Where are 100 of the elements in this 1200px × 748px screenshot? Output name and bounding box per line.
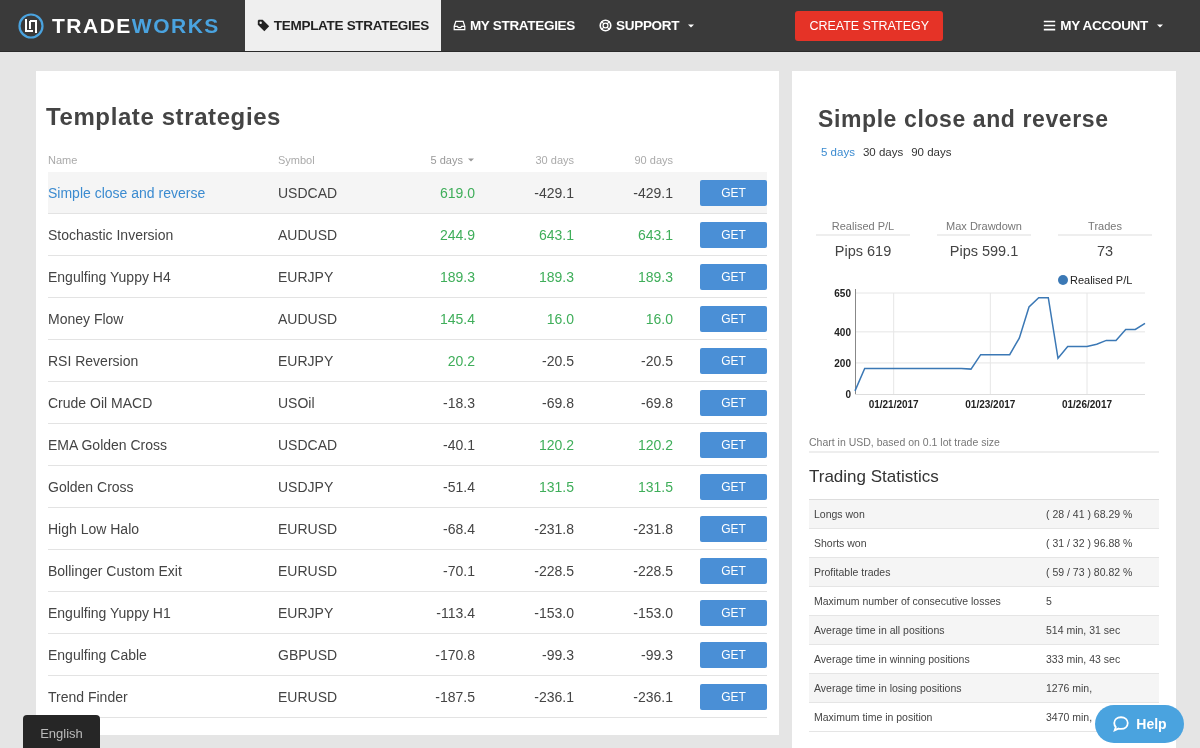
account-menu[interactable]: MY ACCOUNT bbox=[1031, 0, 1200, 51]
table-cell-text: -236.1 bbox=[632, 688, 673, 705]
table-cell-text: USDCAD bbox=[278, 184, 339, 201]
table-cell-text: 619.0 bbox=[438, 184, 475, 201]
chart-caption: Chart in USD, based on 0.1 lot trade size bbox=[809, 436, 1159, 453]
strategy-name[interactable]: EMA Golden Cross bbox=[48, 436, 278, 453]
axis-label: 200 bbox=[834, 357, 851, 369]
caret-icon bbox=[467, 156, 475, 164]
section-title: Trading Statistics bbox=[809, 467, 940, 487]
table-row[interactable]: High Low Halo EURUSD -68.4 -231.8 -231.8 GET bbox=[48, 508, 767, 550]
period-tab[interactable]: 5 days bbox=[821, 146, 855, 158]
table-cell-text: USDCAD bbox=[278, 436, 339, 453]
period-tab[interactable]: 30 days bbox=[862, 146, 904, 158]
table-cell-text: -228.5 bbox=[533, 562, 574, 579]
chat-bubble-icon bbox=[1112, 715, 1131, 733]
table-cell-text: Shorts won bbox=[813, 537, 868, 549]
table-cell-text: 244.9 bbox=[438, 226, 475, 243]
table-cell-text: -187.5 bbox=[434, 688, 475, 705]
strategy-name[interactable]: Golden Cross bbox=[48, 478, 278, 495]
table-cell-text: Maximum number of consecutive losses bbox=[813, 595, 1002, 607]
summary-value: Pips 599.1 bbox=[948, 243, 1020, 259]
table-cell-text: -99.3 bbox=[541, 646, 574, 663]
strategy-name[interactable]: Trend Finder bbox=[48, 688, 278, 705]
language-selector[interactable]: English bbox=[23, 715, 100, 748]
table-row[interactable]: RSI Reversion EURJPY 20.2 -20.5 -20.5 GET bbox=[48, 340, 767, 382]
table-row[interactable]: Bollinger Custom Exit EURUSD -70.1 -228.5 -228.5 GET bbox=[48, 550, 767, 592]
table-cell-text: Average time in all positions bbox=[813, 624, 946, 636]
menu-icon bbox=[1043, 19, 1057, 32]
table-cell-text: -236.1 bbox=[533, 688, 574, 705]
table-cell-text: -170.8 bbox=[434, 646, 475, 663]
table-cell-text: 189.3 bbox=[537, 268, 574, 285]
table-cell-text: ( 31 / 32 ) 96.88 % bbox=[1046, 537, 1134, 549]
axis-label: 01/23/2017 bbox=[965, 399, 1016, 410]
table-cell-text: 131.5 bbox=[636, 478, 673, 495]
strategy-name[interactable]: Engulfing Yuppy H1 bbox=[48, 604, 278, 621]
table-row[interactable]: Golden Cross USDJPY -51.4 131.5 131.5 GET bbox=[48, 466, 767, 508]
strategy-name[interactable]: Engulfing Yuppy H4 bbox=[48, 268, 278, 285]
table-cell-text: AUDUSD bbox=[278, 310, 339, 327]
table-row[interactable]: Engulfing Cable GBPUSD -170.8 -99.3 -99.3 GET bbox=[48, 634, 767, 676]
table-cell-text: -99.3 bbox=[640, 646, 673, 663]
table-cell-text: 514 min, 31 sec bbox=[1046, 624, 1122, 636]
strategy-name[interactable]: High Low Halo bbox=[48, 520, 278, 537]
table-row[interactable]: EMA Golden Cross USDCAD -40.1 120.2 120.2 GET bbox=[48, 424, 767, 466]
table-cell-text: 120.2 bbox=[537, 436, 574, 453]
table-cell-text: 145.4 bbox=[438, 310, 475, 327]
table-cell-text: 3470 min, bbox=[1046, 711, 1094, 723]
table-row[interactable]: Crude Oil MACD USOil -18.3 -69.8 -69.8 GET bbox=[48, 382, 767, 424]
period-tab[interactable]: 90 days bbox=[911, 146, 952, 158]
summary-value: Pips 619 bbox=[833, 243, 893, 259]
summary-label: Max Drawdown bbox=[937, 220, 1031, 236]
table-cell-text: -18.3 bbox=[442, 394, 475, 411]
table-cell-text: USDJPY bbox=[278, 478, 335, 495]
strategy-name[interactable]: Stochastic Inversion bbox=[48, 226, 278, 243]
table-cell-text: EURUSD bbox=[278, 688, 339, 705]
table-cell-text: -40.1 bbox=[442, 436, 475, 453]
table-cell-text: -429.1 bbox=[533, 184, 574, 201]
table-cell-text: 20.2 bbox=[446, 352, 475, 369]
table-cell-text: -429.1 bbox=[632, 184, 673, 201]
table-row[interactable]: Engulfing Yuppy H1 EURJPY -113.4 -153.0 -153.0 GET bbox=[48, 592, 767, 634]
axis-label: 0 bbox=[845, 389, 851, 400]
table-cell-text: -228.5 bbox=[632, 562, 673, 579]
brand-name[interactable]: TRADEWORKS bbox=[52, 13, 220, 38]
table-cell-text: ( 59 / 73 ) 80.82 % bbox=[1046, 566, 1134, 578]
table-cell-text: -70.1 bbox=[442, 562, 475, 579]
axis-label: 01/21/2017 bbox=[868, 399, 919, 410]
table-cell-text: AUDUSD bbox=[278, 226, 339, 243]
strategy-name[interactable]: Money Flow bbox=[48, 310, 278, 327]
table-cell-text: 643.1 bbox=[636, 226, 673, 243]
table-cell-text: -20.5 bbox=[640, 352, 673, 369]
table-cell-text: -153.0 bbox=[533, 604, 574, 621]
table-row[interactable]: Stochastic Inversion AUDUSD 244.9 643.1 643.1 GET bbox=[48, 214, 767, 256]
table-cell-text: -231.8 bbox=[533, 520, 574, 537]
table-cell-text: 189.3 bbox=[636, 268, 673, 285]
table-cell-text: EURUSD bbox=[278, 562, 339, 579]
table-cell-text: 5 bbox=[1046, 595, 1053, 607]
strategy-name[interactable]: Engulfing Cable bbox=[48, 646, 278, 663]
table-cell-text: -69.8 bbox=[640, 394, 673, 411]
nav-tab[interactable]: TEMPLATE STRATEGIES bbox=[244, 0, 441, 51]
table-row[interactable]: Trend Finder EURUSD -187.5 -236.1 -236.1 GET bbox=[48, 676, 767, 718]
axis-label: 01/26/2017 bbox=[1061, 399, 1113, 410]
create-strategy-button[interactable]: CREATE STRATEGY bbox=[795, 10, 944, 41]
table-cell-text: 16.0 bbox=[545, 310, 574, 327]
strategy-name[interactable]: RSI Reversion bbox=[48, 352, 278, 369]
strategy-name[interactable]: Bollinger Custom Exit bbox=[48, 562, 278, 579]
table-cell-text: 189.3 bbox=[438, 268, 475, 285]
tag-icon bbox=[256, 19, 270, 32]
strategy-name[interactable]: Crude Oil MACD bbox=[48, 394, 278, 411]
table-cell-text: 16.0 bbox=[644, 310, 673, 327]
nav-tab[interactable]: SUPPORT bbox=[587, 0, 708, 51]
table-row[interactable]: Engulfing Yuppy H4 EURJPY 189.3 189.3 189.3 GET bbox=[48, 256, 767, 298]
lifebuoy-icon bbox=[599, 19, 613, 32]
nav-tab[interactable]: MY STRATEGIES bbox=[440, 0, 588, 51]
table-row[interactable]: Money Flow AUDUSD 145.4 16.0 16.0 GET bbox=[48, 298, 767, 340]
table-cell-text: ( 28 / 41 ) 68.29 % bbox=[1046, 508, 1134, 520]
summary-label: Trades bbox=[1058, 220, 1152, 236]
table-cell-text: EURJPY bbox=[278, 352, 335, 369]
table-cell-text: GBPUSD bbox=[278, 646, 339, 663]
table-cell-text: Maximum time in position bbox=[813, 711, 934, 723]
axis-label: 400 bbox=[834, 326, 851, 338]
table-cell-text: -69.8 bbox=[541, 394, 574, 411]
